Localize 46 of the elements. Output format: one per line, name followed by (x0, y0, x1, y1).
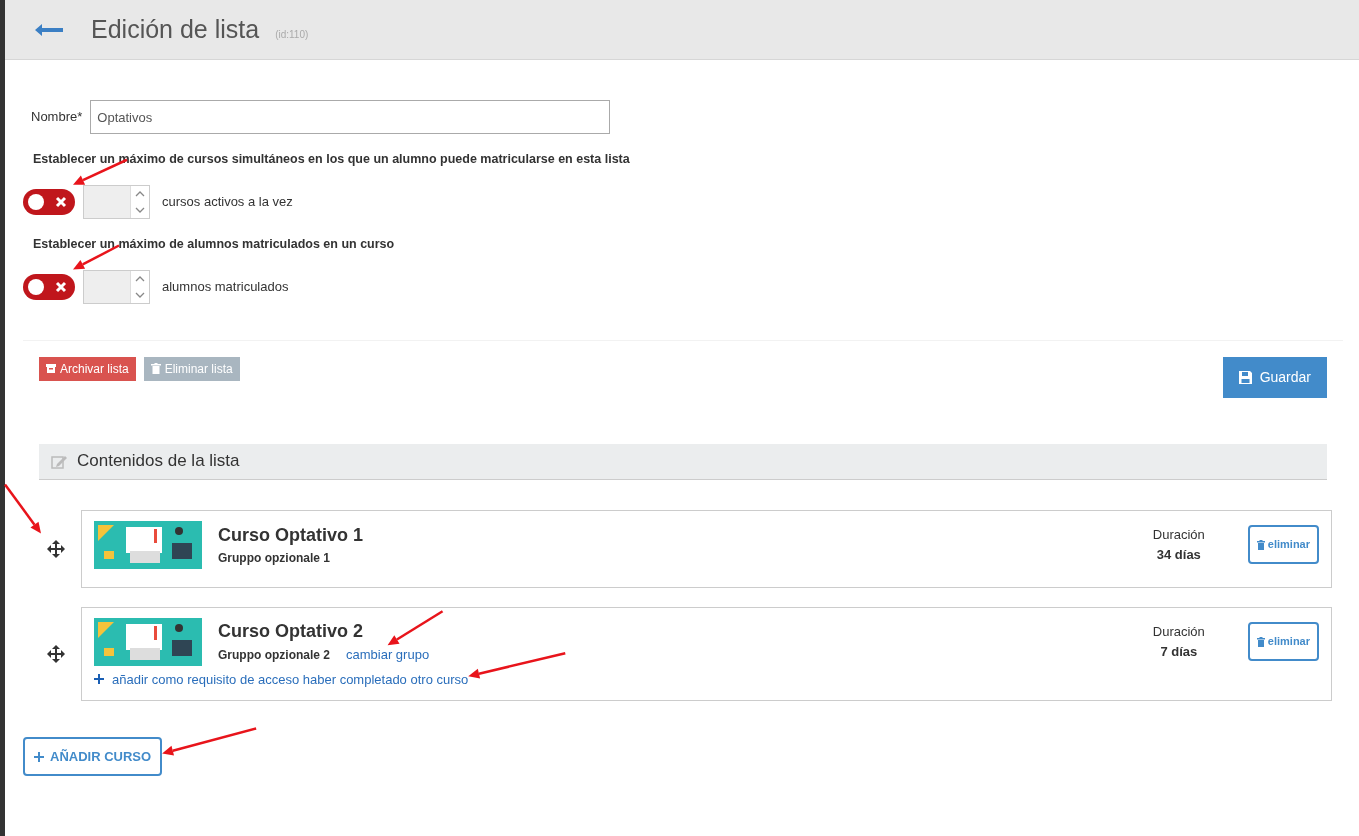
toggle-knob (28, 278, 44, 295)
name-label: Nombre* (31, 108, 83, 127)
limit-description: Establecer un máximo de alumnos matriculados en un curso (33, 235, 396, 253)
plus-icon (34, 751, 44, 762)
remove-button[interactable]: eliminar (1247, 525, 1319, 564)
back-arrow-icon (33, 22, 63, 39)
course-group: Gruppo opzionale 2 (218, 646, 330, 665)
remove-button[interactable]: eliminar (1247, 622, 1319, 661)
course-group: Gruppo opzionale 1 (218, 549, 330, 567)
course-title: Curso Optativo 1 (218, 524, 364, 547)
annotation-arrow (387, 610, 444, 646)
save-button[interactable]: Guardar (1222, 356, 1327, 398)
down-chevron-icon[interactable] (135, 205, 145, 214)
add-course-button[interactable]: AÑADIR CURSO (23, 736, 163, 777)
trash-icon (1256, 539, 1265, 550)
duration-label: Duración (1151, 526, 1206, 544)
toggle-switch[interactable] (23, 273, 75, 300)
unit-label: alumnos matriculados (162, 277, 289, 296)
up-chevron-icon[interactable] (135, 189, 145, 198)
section-title: Contenidos de la lista (77, 450, 240, 473)
trash-icon (150, 363, 161, 374)
annotation-arrow (4, 483, 41, 534)
move-handle-icon[interactable] (47, 539, 65, 558)
name-input-field[interactable]: Optativos (90, 100, 611, 134)
toggle-switch[interactable] (23, 188, 75, 215)
duration-label: Duración (1151, 623, 1206, 641)
down-chevron-icon[interactable] (135, 290, 145, 299)
page-title: Edición de lista (91, 13, 260, 45)
cross-icon (54, 194, 68, 209)
list-id: (id:110) (275, 28, 309, 42)
move-handle-icon[interactable] (47, 644, 65, 663)
duration-value: 7 días (1159, 642, 1199, 661)
cross-icon (54, 279, 68, 294)
up-chevron-icon[interactable] (135, 274, 145, 283)
archive-list-button[interactable]: Archivar lista (39, 356, 136, 381)
add-requirement-link[interactable]: añadir como requisito de acceso haber completado otro curso (94, 669, 469, 689)
toggle-knob (28, 193, 44, 210)
archive-box-icon (46, 363, 56, 374)
change-group-link[interactable]: cambiar grupo (346, 645, 430, 665)
unit-label: cursos activos a la vez (162, 193, 293, 211)
trash-icon (1256, 636, 1265, 647)
edit-icon (51, 453, 67, 469)
duration-value: 34 días (1155, 545, 1202, 564)
course-title: Curso Optativo 2 (218, 620, 364, 644)
limit-description: Establecer un máximo de cursos simultáneos en los que un alumno puede matricularse en esta lista (33, 151, 631, 168)
plus-icon (94, 674, 104, 685)
